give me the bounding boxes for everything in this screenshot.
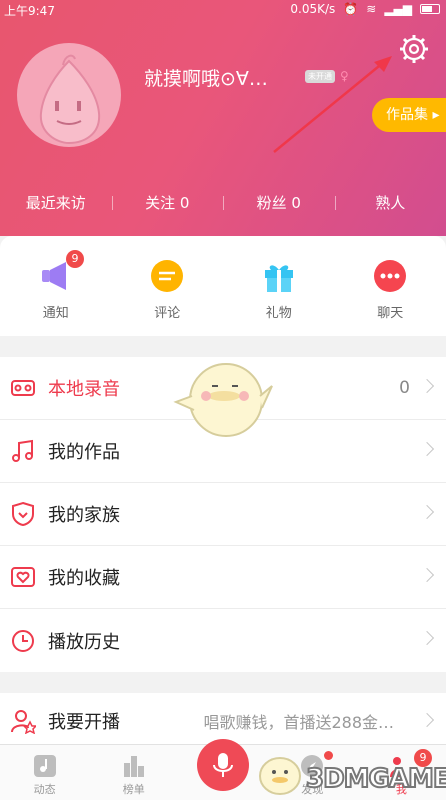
chat-icon bbox=[374, 260, 407, 292]
recording-icon bbox=[11, 380, 35, 396]
avatar[interactable] bbox=[17, 43, 121, 147]
stat-acquaintances[interactable]: 熟人 bbox=[334, 192, 446, 213]
quick-gifts[interactable]: 礼物 bbox=[223, 236, 335, 336]
heart-icon bbox=[11, 567, 35, 587]
menu-label: 我要开播 bbox=[48, 712, 120, 733]
notification-badge: 9 bbox=[66, 250, 84, 268]
clock-icon bbox=[12, 629, 34, 652]
tab-feed[interactable]: 动态 bbox=[0, 745, 89, 800]
settings-gear-icon[interactable] bbox=[398, 33, 430, 65]
menu-label: 我的收藏 bbox=[48, 568, 120, 589]
alarm-icon: ⏰ bbox=[343, 2, 359, 16]
works-collection-button[interactable]: 作品集 ▸ bbox=[372, 98, 446, 132]
quick-actions: 9 通知 评论 礼物 聊天 bbox=[0, 236, 446, 336]
feed-icon bbox=[33, 755, 56, 777]
network-speed: 0.05K/s bbox=[290, 2, 336, 16]
status-bar: 上午9:47 0.05K/s ⏰ ≋ ▂▄▆ bbox=[0, 0, 446, 20]
comment-icon bbox=[151, 260, 184, 292]
menu-label: 我的家族 bbox=[48, 505, 120, 526]
chevron-right-icon bbox=[419, 630, 435, 646]
chevron-right-icon bbox=[419, 567, 435, 583]
mascot-sticker-icon bbox=[173, 363, 273, 437]
chart-icon bbox=[123, 756, 144, 777]
chevron-right-icon bbox=[419, 378, 435, 394]
quick-notifications[interactable]: 9 通知 bbox=[0, 236, 112, 336]
stat-following[interactable]: 关注 0 bbox=[111, 192, 224, 213]
broadcast-subtitle: 唱歌赚钱，首播送288金… bbox=[203, 713, 394, 732]
watermark-text: 3DMGAME bbox=[305, 763, 446, 795]
menu-play-history[interactable]: 播放历史 bbox=[0, 609, 446, 672]
quick-chat[interactable]: 聊天 bbox=[335, 236, 446, 336]
music-note-icon bbox=[12, 439, 33, 462]
broadcaster-icon bbox=[11, 710, 36, 734]
avatar-mascot-icon bbox=[39, 54, 101, 145]
quick-label: 评论 bbox=[154, 306, 181, 321]
menu-my-family[interactable]: 我的家族 bbox=[0, 483, 446, 546]
battery-icon bbox=[420, 4, 440, 14]
menu-label: 本地录音 bbox=[48, 379, 120, 400]
menu-label: 播放历史 bbox=[48, 631, 120, 653]
status-time: 上午9:47 bbox=[4, 4, 55, 18]
nickname: 就摸啊哦⊙∀… bbox=[144, 68, 268, 90]
wifi-icon: ≋ bbox=[366, 2, 377, 16]
chevron-right-icon bbox=[419, 504, 435, 520]
profile-stats: 最近来访 关注 0 粉丝 0 熟人 bbox=[0, 192, 446, 213]
recording-count: 0 bbox=[399, 378, 410, 398]
mic-icon bbox=[213, 753, 233, 777]
signal-icon: ▂▄▆ bbox=[384, 2, 412, 16]
quick-label: 通知 bbox=[42, 306, 69, 321]
shield-icon bbox=[12, 501, 34, 527]
chevron-right-icon bbox=[419, 712, 435, 728]
menu-label: 我的作品 bbox=[48, 442, 120, 463]
menu-my-favorites[interactable]: 我的收藏 bbox=[0, 546, 446, 609]
tab-label: 榜单 bbox=[122, 783, 145, 796]
tab-label: 动态 bbox=[33, 783, 56, 796]
quick-label: 聊天 bbox=[377, 306, 404, 321]
works-label: 作品集 bbox=[386, 107, 428, 123]
gift-icon bbox=[264, 265, 293, 292]
tab-sing[interactable] bbox=[178, 739, 267, 800]
profile-header: 上午9:47 0.05K/s ⏰ ≋ ▂▄▆ 就摸啊哦⊙∀… 未开通 ♀ 作品集… bbox=[0, 0, 446, 236]
stat-recent-visitors[interactable]: 最近来访 bbox=[0, 192, 112, 213]
stat-followers[interactable]: 粉丝 0 bbox=[223, 192, 335, 213]
chevron-right-icon bbox=[419, 441, 435, 457]
quick-label: 礼物 bbox=[265, 306, 292, 321]
tab-charts[interactable]: 榜单 bbox=[89, 745, 178, 800]
quick-comments[interactable]: 评论 bbox=[112, 236, 224, 336]
sing-button[interactable] bbox=[197, 739, 249, 791]
